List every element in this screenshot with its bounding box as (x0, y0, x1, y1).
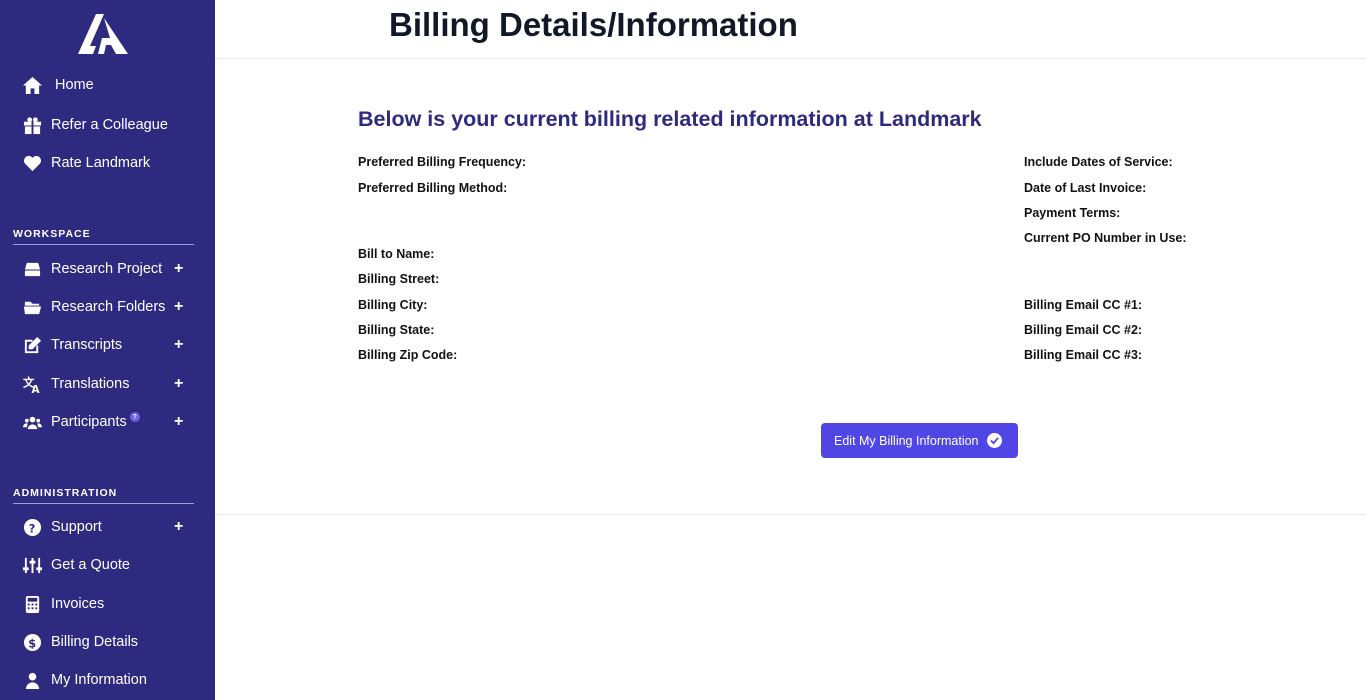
sidebar-item-label: Get a Quote (51, 557, 130, 573)
sidebar-item-research-folders[interactable]: Research Folders + (22, 293, 197, 321)
edit-icon (22, 335, 42, 355)
gift-icon (22, 115, 42, 135)
sidebar-item-label: Invoices (51, 596, 105, 612)
check-circle-icon (986, 433, 1002, 448)
add-research-folder-button[interactable]: + (174, 298, 183, 316)
landmark-logo[interactable] (78, 14, 128, 56)
sidebar-item-label: Billing Details (51, 634, 139, 650)
home-icon (22, 75, 42, 95)
sliders-icon (22, 555, 42, 575)
field-email-cc-1: Billing Email CC #1: (1024, 298, 1143, 312)
svg-text:$: $ (28, 636, 36, 650)
dollar-circle-icon: $ (22, 632, 42, 652)
question-circle-icon: ? (22, 517, 42, 537)
field-payment-terms: Payment Terms: (1024, 206, 1121, 220)
sidebar-item-label: Transcripts (51, 337, 123, 353)
add-support-button[interactable]: + (174, 518, 183, 536)
sidebar-item-billing-details[interactable]: $ Billing Details (22, 628, 197, 656)
content-divider (215, 514, 1366, 515)
field-include-dates: Include Dates of Service: (1024, 155, 1173, 169)
user-icon (22, 670, 42, 690)
field-billing-street: Billing Street: (358, 272, 440, 286)
svg-text:?: ? (28, 521, 35, 535)
add-translation-button[interactable]: + (174, 375, 183, 393)
add-participant-button[interactable]: + (174, 413, 183, 431)
sidebar-item-label: Refer a Colleague (51, 117, 168, 133)
sidebar-item-invoices[interactable]: Invoices (22, 590, 197, 618)
page-header: Billing Details/Information (215, 0, 1366, 59)
field-billing-city: Billing City: (358, 298, 428, 312)
field-po-number: Current PO Number in Use: (1024, 231, 1187, 245)
edit-billing-label: Edit My Billing Information (834, 433, 979, 448)
sidebar-item-refer[interactable]: Refer a Colleague (22, 111, 197, 139)
section-subtitle: Below is your current billing related in… (358, 107, 982, 131)
workspace-heading: WORKSPACE (13, 228, 194, 245)
sidebar-item-get-quote[interactable]: Get a Quote (22, 551, 197, 579)
edit-billing-button[interactable]: Edit My Billing Information (821, 423, 1018, 458)
help-badge[interactable]: ? (129, 412, 140, 422)
sidebar-item-translations[interactable]: 文A Translations + (22, 370, 197, 398)
calculator-icon (22, 594, 42, 614)
sidebar-item-label: Research Project (51, 261, 163, 277)
sidebar-item-label: My Information (51, 672, 147, 688)
field-billing-method: Preferred Billing Method: (358, 181, 508, 195)
page-title: Billing Details/Information (389, 6, 798, 43)
sidebar-item-label: Translations (51, 376, 130, 392)
add-transcript-button[interactable]: + (174, 336, 183, 354)
sidebar-item-research-project[interactable]: Research Project + (22, 255, 197, 283)
sidebar-item-label: Home (55, 77, 94, 93)
heart-icon (22, 153, 42, 173)
field-last-invoice-date: Date of Last Invoice: (1024, 181, 1147, 195)
field-bill-to-name: Bill to Name: (358, 247, 435, 261)
sidebar-item-home[interactable]: Home (22, 71, 197, 99)
sidebar-item-label: Research Folders (51, 299, 166, 315)
sidebar-item-transcripts[interactable]: Transcripts + (22, 331, 197, 359)
field-email-cc-2: Billing Email CC #2: (1024, 323, 1143, 337)
sidebar-item-label: Participants (51, 414, 127, 430)
sidebar-item-label: Rate Landmark (51, 155, 151, 171)
users-icon (22, 412, 42, 432)
sidebar-item-my-information[interactable]: My Information (22, 666, 197, 694)
administration-heading: ADMINISTRATION (13, 487, 194, 504)
folder-open-icon (22, 297, 42, 317)
sidebar-item-rate[interactable]: Rate Landmark (22, 149, 197, 177)
sidebar-item-participants[interactable]: Participants ? + (22, 408, 197, 436)
field-billing-state: Billing State: (358, 323, 435, 337)
sidebar: Home Refer a Colleague Rate Landmark WOR… (0, 0, 215, 700)
svg-text:A: A (31, 384, 40, 394)
sidebar-item-label: Support (51, 519, 102, 535)
field-billing-zip: Billing Zip Code: (358, 348, 458, 362)
field-email-cc-3: Billing Email CC #3: (1024, 348, 1143, 362)
add-research-project-button[interactable]: + (174, 260, 183, 278)
language-icon: 文A (22, 374, 42, 394)
field-billing-frequency: Preferred Billing Frequency: (358, 155, 527, 169)
sidebar-item-support[interactable]: ? Support + (22, 513, 197, 541)
hdd-icon (22, 259, 42, 279)
